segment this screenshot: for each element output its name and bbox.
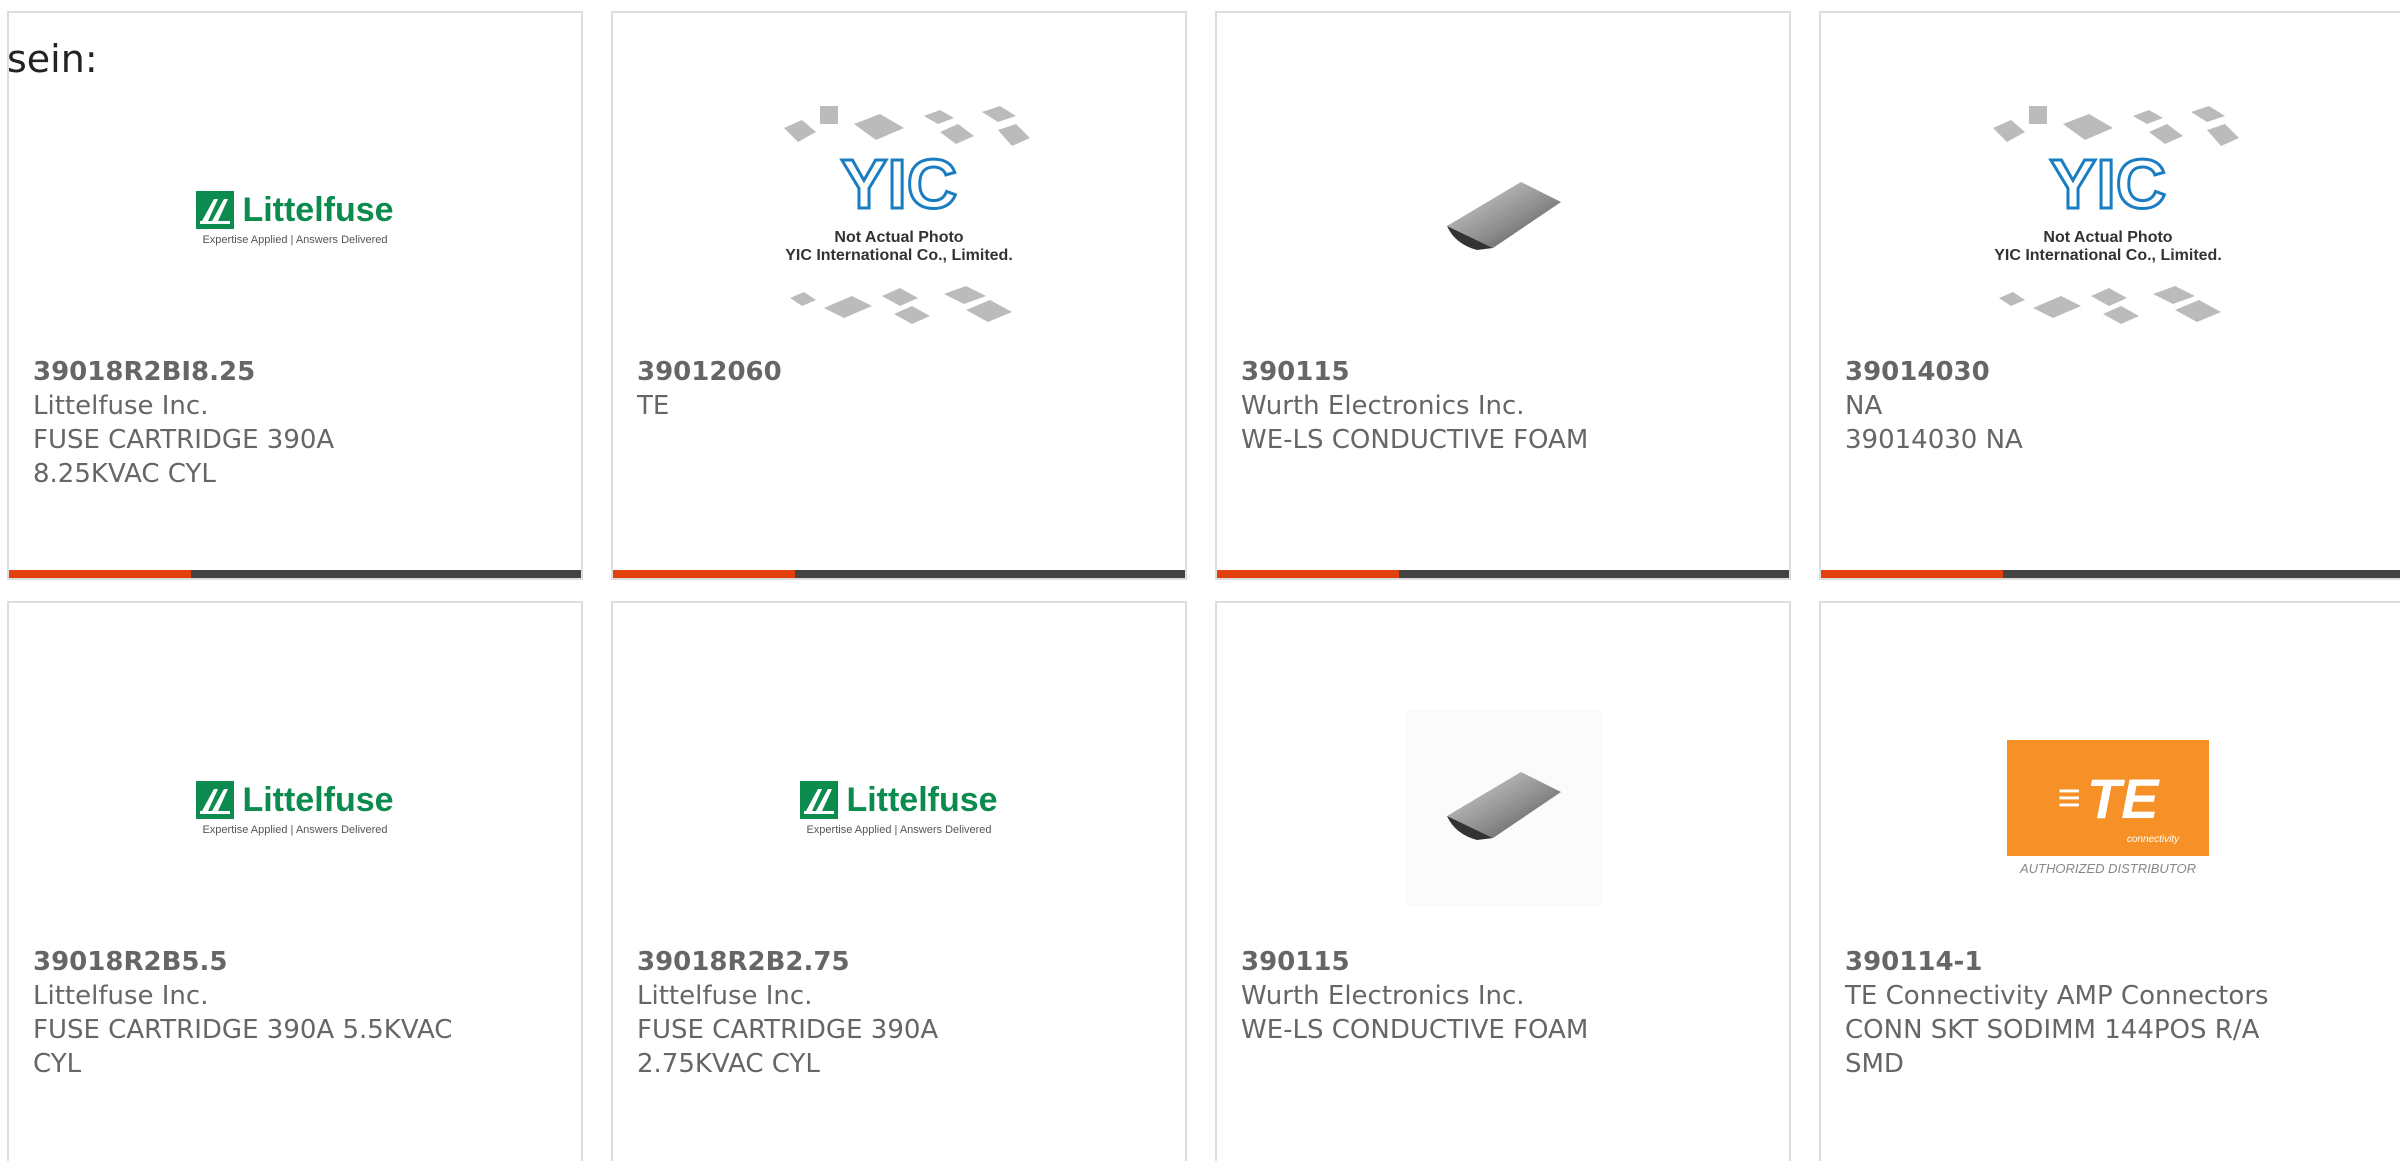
description-line2: SMD	[1845, 1049, 1904, 1079]
logo-tagline: Expertise Applied | Answers Delivered	[806, 823, 992, 836]
logo-wordmark: Littelfuse	[242, 190, 394, 229]
part-number-link[interactable]: 39012060	[637, 355, 1161, 389]
description: 39014030 NA	[1845, 425, 2023, 455]
svg-text:YIC: YIC	[841, 145, 958, 223]
product-card[interactable]: ≡ TE connectivity AUTHORIZED DISTRIBUTOR…	[1819, 601, 2400, 1161]
littelfuse-mark-icon	[800, 781, 839, 819]
littelfuse-mark-icon	[196, 781, 235, 819]
description: FUSE CARTRIDGE 390A	[637, 1015, 939, 1045]
product-card[interactable]: Littelfuse Expertise Applied | Answers D…	[7, 11, 583, 580]
logo-tagline: Expertise Applied | Answers Delivered	[202, 823, 388, 836]
product-card[interactable]: Littelfuse Expertise Applied | Answers D…	[611, 601, 1187, 1161]
yic-placeholder-image: YIC Not Actual Photo YIC International C…	[1993, 106, 2239, 324]
product-image[interactable]: YIC Not Actual Photo YIC International C…	[613, 73, 1185, 363]
svg-text:YIC: YIC	[2050, 145, 2167, 223]
conductive-foam-photo	[1447, 772, 1561, 840]
description-line2: 2.75KVAC CYL	[637, 1049, 820, 1079]
product-image[interactable]	[1217, 73, 1789, 363]
product-image[interactable]: YIC Not Actual Photo YIC International C…	[1821, 73, 2395, 363]
card-accent	[1217, 570, 1399, 578]
littelfuse-mark-icon	[196, 191, 235, 229]
photo-line1: Not Actual Photo	[834, 229, 963, 246]
photo-line2: YIC International Co., Limited.	[785, 247, 1013, 264]
description: FUSE CARTRIDGE 390A	[33, 425, 335, 455]
product-card[interactable]: YIC Not Actual Photo YIC International C…	[1819, 11, 2400, 580]
product-image[interactable]: ≡ TE connectivity AUTHORIZED DISTRIBUTOR	[1821, 663, 2395, 953]
manufacturer: TE Connectivity AMP Connectors	[1845, 981, 2269, 1011]
conductive-foam-photo	[1447, 182, 1561, 250]
logo-tagline: Expertise Applied | Answers Delivered	[202, 233, 388, 246]
product-card[interactable]: Littelfuse Expertise Applied | Answers D…	[7, 601, 583, 1161]
logo-wordmark: Littelfuse	[242, 780, 394, 819]
part-number-link[interactable]: 39018R2B5.5	[33, 945, 557, 979]
littelfuse-logo: Littelfuse Expertise Applied | Answers D…	[196, 780, 394, 836]
logo-wordmark: Littelfuse	[846, 780, 998, 819]
product-image[interactable]: Littelfuse Expertise Applied | Answers D…	[9, 73, 581, 363]
product-image[interactable]: Littelfuse Expertise Applied | Answers D…	[9, 663, 581, 953]
card-bottom-bar	[1217, 570, 1789, 578]
product-card[interactable]: 390115 Wurth Electronics Inc. WE-LS COND…	[1215, 601, 1791, 1161]
card-bottom-bar	[613, 570, 1185, 578]
intro-text: sein:	[7, 37, 98, 81]
photo-line2: YIC International Co., Limited.	[1994, 247, 2222, 264]
description-line2: 8.25KVAC CYL	[33, 459, 216, 489]
logo-subtext: connectivity	[2126, 834, 2180, 845]
foam-photo-frame	[1405, 710, 1601, 906]
te-logo: ≡ TE connectivity AUTHORIZED DISTRIBUTOR	[2007, 740, 2209, 876]
part-number-link[interactable]: 39018R2B2.75	[637, 945, 1161, 979]
description-line2: CYL	[33, 1049, 82, 1079]
description: WE-LS CONDUCTIVE FOAM	[1241, 1015, 1589, 1045]
part-number-link[interactable]: 390115	[1241, 945, 1765, 979]
photo-line1: Not Actual Photo	[2043, 229, 2172, 246]
product-image[interactable]: Littelfuse Expertise Applied | Answers D…	[613, 663, 1185, 953]
part-number-link[interactable]: 390115	[1241, 355, 1765, 389]
product-image[interactable]	[1217, 663, 1789, 953]
manufacturer: NA	[1845, 391, 1883, 421]
part-number-link[interactable]: 390114-1	[1845, 945, 2376, 979]
card-bottom-bar	[1821, 570, 2400, 578]
manufacturer: Wurth Electronics Inc.	[1241, 391, 1525, 421]
yic-placeholder-image: YIC Not Actual Photo YIC International C…	[784, 106, 1030, 324]
card-accent	[9, 570, 191, 578]
littelfuse-logo: Littelfuse Expertise Applied | Answers D…	[800, 780, 998, 836]
manufacturer: Littelfuse Inc.	[637, 981, 813, 1011]
description: CONN SKT SODIMM 144POS R/A	[1845, 1015, 2260, 1045]
product-card[interactable]: YIC Not Actual Photo YIC International C…	[611, 11, 1187, 580]
manufacturer: Littelfuse Inc.	[33, 391, 209, 421]
product-card[interactable]: 390115 Wurth Electronics Inc. WE-LS COND…	[1215, 11, 1791, 580]
card-bottom-bar	[9, 570, 581, 578]
card-accent	[1821, 570, 2003, 578]
description: FUSE CARTRIDGE 390A 5.5KVAC	[33, 1015, 453, 1045]
manufacturer: Wurth Electronics Inc.	[1241, 981, 1525, 1011]
part-number-link[interactable]: 39018R2BI8.25	[33, 355, 557, 389]
manufacturer: Littelfuse Inc.	[33, 981, 209, 1011]
description: WE-LS CONDUCTIVE FOAM	[1241, 425, 1589, 455]
logo-wordmark: TE	[2086, 766, 2159, 830]
littelfuse-logo: Littelfuse Expertise Applied | Answers D…	[196, 190, 394, 246]
card-accent	[613, 570, 795, 578]
logo-caption: AUTHORIZED DISTRIBUTOR	[2020, 861, 2196, 876]
manufacturer: TE	[637, 391, 670, 421]
product-grid-page: sein: Littelfuse Expertise Applied | Ans…	[0, 0, 2400, 1161]
part-number-link[interactable]: 39014030	[1845, 355, 2376, 389]
